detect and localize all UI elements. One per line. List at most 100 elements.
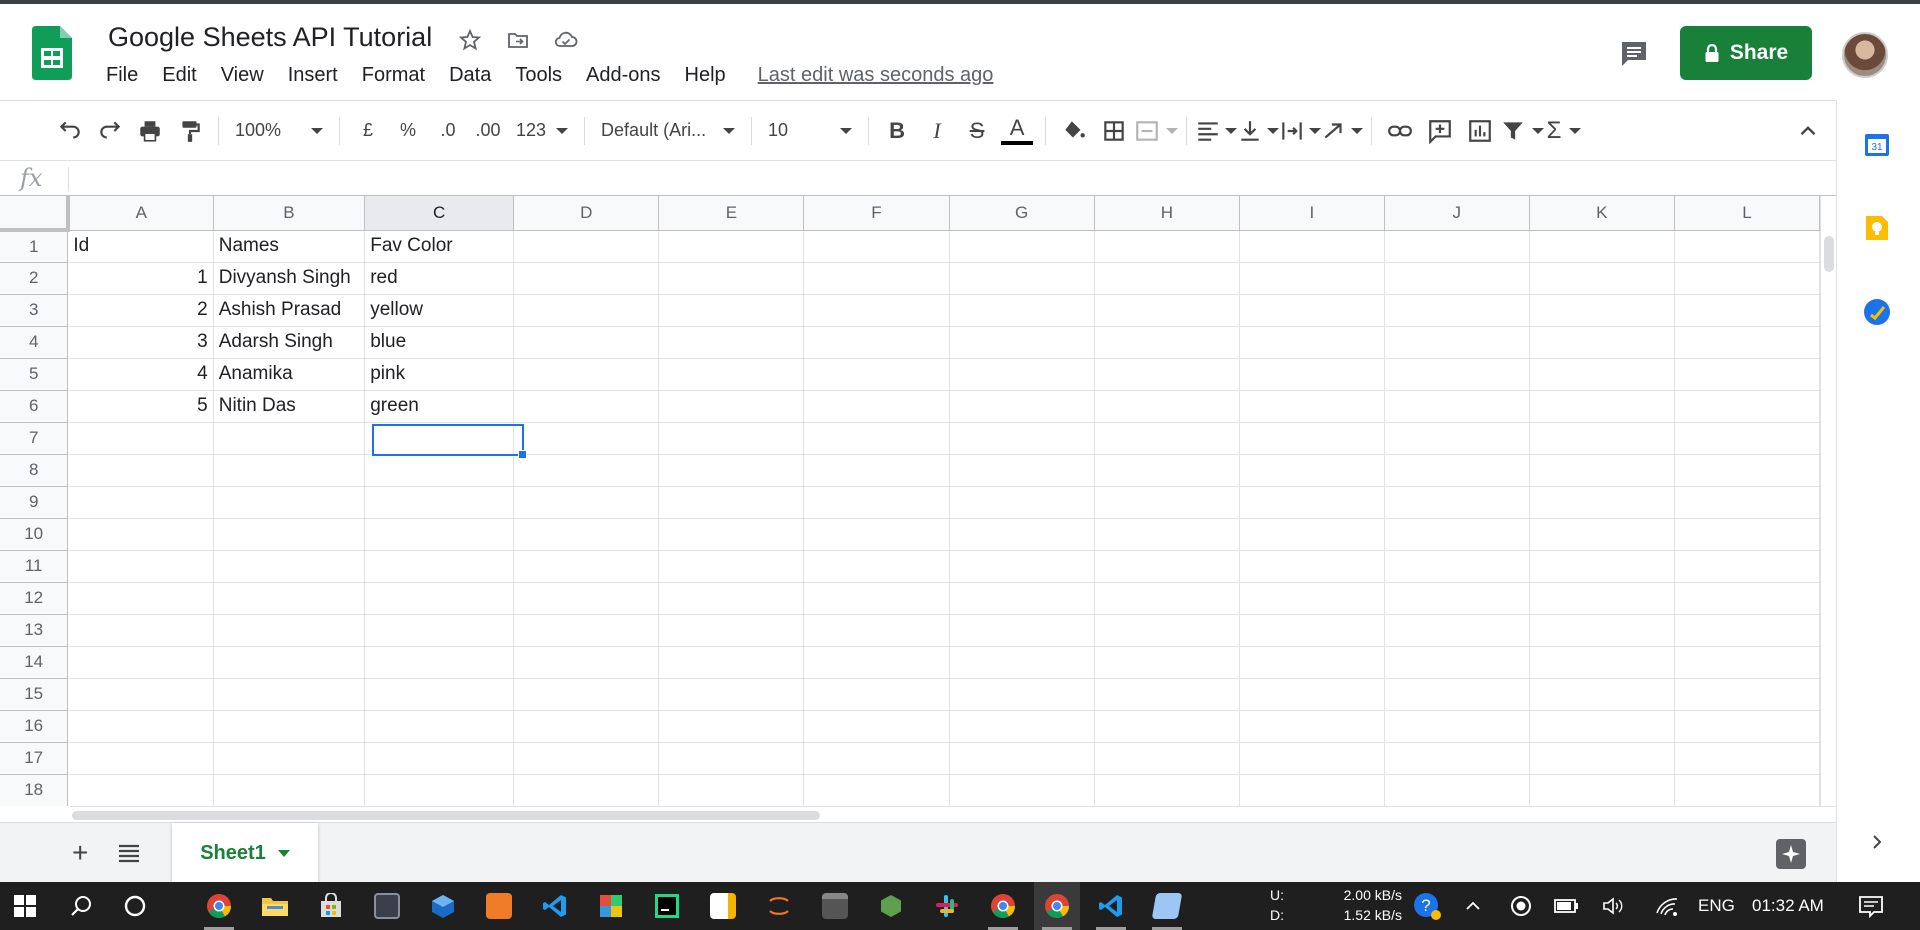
cell-l10[interactable] — [1674, 518, 1820, 551]
cell-e1[interactable] — [658, 230, 805, 263]
cell-e11[interactable] — [658, 550, 805, 583]
cell-e15[interactable] — [658, 678, 805, 711]
cell-i15[interactable] — [1239, 678, 1385, 711]
cell-j15[interactable] — [1384, 678, 1530, 711]
cell-h10[interactable] — [1094, 518, 1240, 551]
cell-d15[interactable] — [513, 678, 660, 711]
cell-l14[interactable] — [1674, 646, 1820, 679]
cell-h1[interactable] — [1094, 230, 1240, 263]
menu-view[interactable]: View — [221, 64, 264, 87]
borders-icon[interactable] — [1094, 113, 1134, 149]
cell-i14[interactable] — [1239, 646, 1385, 679]
menu-edit[interactable]: Edit — [162, 64, 196, 87]
cell-e17[interactable] — [658, 742, 805, 775]
cell-l15[interactable] — [1674, 678, 1820, 711]
cell-d9[interactable] — [513, 486, 660, 519]
italic-icon[interactable]: I — [917, 113, 957, 149]
cell-e16[interactable] — [658, 710, 805, 743]
cell-g18[interactable] — [949, 774, 1095, 806]
cell-h4[interactable] — [1094, 326, 1240, 359]
cell-j4[interactable] — [1384, 326, 1530, 359]
cell-d5[interactable] — [513, 358, 660, 391]
cell-g11[interactable] — [949, 550, 1095, 583]
cell-a17[interactable] — [67, 742, 214, 775]
cell-b5[interactable]: Anamika — [213, 358, 366, 391]
cell-e2[interactable] — [658, 262, 805, 295]
cell-g7[interactable] — [949, 422, 1095, 455]
row-header[interactable]: 8 — [0, 454, 69, 487]
fill-color-icon[interactable] — [1054, 113, 1094, 149]
cell-j8[interactable] — [1384, 454, 1530, 487]
row-header[interactable]: 3 — [0, 294, 69, 327]
vertical-scrollbar[interactable] — [1820, 196, 1836, 806]
menu-help[interactable]: Help — [685, 64, 726, 87]
cell-i16[interactable] — [1239, 710, 1385, 743]
filter-icon[interactable] — [1500, 113, 1545, 149]
cell-f8[interactable] — [803, 454, 950, 487]
cell-l3[interactable] — [1674, 294, 1820, 327]
column-header-i[interactable]: I — [1239, 196, 1385, 231]
input-language[interactable]: ENG — [1698, 896, 1735, 916]
cell-f2[interactable] — [803, 262, 950, 295]
row-header[interactable]: 18 — [0, 774, 69, 806]
cell-h9[interactable] — [1094, 486, 1240, 519]
cell-b7[interactable] — [213, 422, 366, 455]
cell-d11[interactable] — [513, 550, 660, 583]
cell-k6[interactable] — [1529, 390, 1675, 423]
cell-h6[interactable] — [1094, 390, 1240, 423]
cell-k16[interactable] — [1529, 710, 1675, 743]
cell-f9[interactable] — [803, 486, 950, 519]
cell-a15[interactable] — [67, 678, 214, 711]
cell-g8[interactable] — [949, 454, 1095, 487]
cell-e14[interactable] — [658, 646, 805, 679]
store-icon[interactable] — [308, 882, 354, 930]
cell-d7[interactable] — [513, 422, 660, 455]
row-header[interactable]: 17 — [0, 742, 69, 775]
text-wrap-icon[interactable] — [1279, 113, 1322, 149]
cell-l9[interactable] — [1674, 486, 1820, 519]
cell-b11[interactable] — [213, 550, 366, 583]
cell-e8[interactable] — [658, 454, 805, 487]
cell-k5[interactable] — [1529, 358, 1675, 391]
notepad-icon[interactable] — [1144, 882, 1190, 930]
cell-i1[interactable] — [1239, 230, 1385, 263]
cell-f17[interactable] — [803, 742, 950, 775]
cell-c2[interactable]: red — [364, 262, 515, 295]
tasks-icon[interactable] — [1859, 294, 1895, 330]
calendar-icon[interactable]: 31 — [1859, 126, 1895, 162]
decrease-decimal-button[interactable]: .0 — [428, 113, 468, 149]
cell-b1[interactable]: Names — [213, 230, 366, 263]
cell-e9[interactable] — [658, 486, 805, 519]
column-header-j[interactable]: J — [1384, 196, 1530, 231]
cell-g6[interactable] — [949, 390, 1095, 423]
column-header-d[interactable]: D — [513, 196, 660, 231]
cell-b8[interactable] — [213, 454, 366, 487]
keep-icon[interactable] — [1859, 210, 1895, 246]
cell-g12[interactable] — [949, 582, 1095, 615]
cell-c4[interactable]: blue — [364, 326, 515, 359]
fill-handle[interactable] — [518, 450, 527, 459]
cell-a13[interactable] — [67, 614, 214, 647]
row-header[interactable]: 15 — [0, 678, 69, 711]
row-header[interactable]: 10 — [0, 518, 69, 551]
cell-k9[interactable] — [1529, 486, 1675, 519]
row-header[interactable]: 14 — [0, 646, 69, 679]
cell-d18[interactable] — [513, 774, 660, 806]
cell-h17[interactable] — [1094, 742, 1240, 775]
cell-g13[interactable] — [949, 614, 1095, 647]
horizontal-align-icon[interactable] — [1195, 113, 1238, 149]
cell-i10[interactable] — [1239, 518, 1385, 551]
menu-data[interactable]: Data — [449, 64, 491, 87]
cell-a12[interactable] — [67, 582, 214, 615]
insert-link-icon[interactable] — [1380, 113, 1420, 149]
cell-a16[interactable] — [67, 710, 214, 743]
cell-c13[interactable] — [364, 614, 515, 647]
vscode-icon[interactable] — [532, 882, 578, 930]
cell-l7[interactable] — [1674, 422, 1820, 455]
cell-c11[interactable] — [364, 550, 515, 583]
cell-l17[interactable] — [1674, 742, 1820, 775]
cell-c12[interactable] — [364, 582, 515, 615]
cell-j9[interactable] — [1384, 486, 1530, 519]
active-cell-selection[interactable] — [372, 424, 524, 456]
chevron-down-icon[interactable] — [277, 849, 290, 857]
